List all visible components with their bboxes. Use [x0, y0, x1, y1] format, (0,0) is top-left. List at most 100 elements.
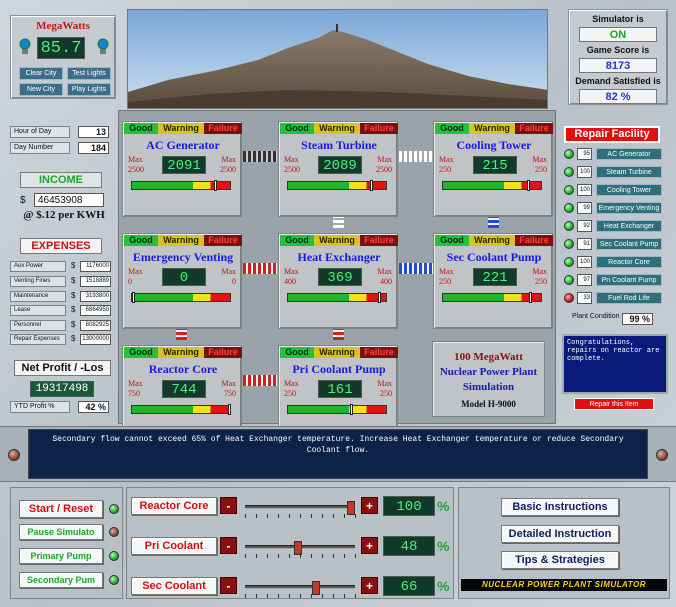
- slider-label-button[interactable]: Pri Coolant: [131, 537, 217, 555]
- repair-facility-title[interactable]: Repair Facility: [564, 126, 660, 143]
- clear-city-button[interactable]: Clear City: [19, 67, 63, 80]
- pipe-reactor-pricoolant: [243, 375, 277, 386]
- increase-button[interactable]: +: [361, 577, 378, 594]
- max-left: Max 250: [439, 267, 454, 286]
- level-pointer: [228, 404, 231, 415]
- income-label: INCOME: [20, 172, 102, 188]
- slider-track[interactable]: [245, 541, 356, 558]
- play-lights-button[interactable]: Play Lights: [67, 83, 111, 96]
- status-failure: Failure: [515, 235, 553, 246]
- start-reset-button[interactable]: Start / Reset: [19, 500, 103, 518]
- secondary-pump-indicator-icon: [109, 575, 119, 585]
- slider-tick: [333, 594, 334, 598]
- slider-tick: [289, 514, 290, 518]
- component-value: 221: [473, 268, 517, 286]
- decrease-button[interactable]: -: [220, 497, 237, 514]
- slider-thumb[interactable]: [347, 501, 355, 515]
- component-title: Heat Exchanger: [297, 250, 381, 264]
- status-indicator: Good Warning Failure: [280, 123, 398, 134]
- cooling-tower-component: Good Warning Failure Cooling Tower Max 25…: [433, 121, 553, 217]
- status-good: Good: [435, 123, 469, 134]
- basic-instructions-button[interactable]: Basic Instructions: [501, 498, 619, 516]
- component-title: Reactor Core: [148, 362, 218, 376]
- pipe-turbine-cooling: [399, 151, 433, 162]
- slider-tick: [344, 514, 345, 518]
- secondary-pump-button[interactable]: Secondary Pum: [19, 572, 103, 588]
- new-city-button[interactable]: New City: [19, 83, 63, 96]
- increase-button[interactable]: +: [361, 497, 378, 514]
- status-failure: Failure: [360, 347, 398, 358]
- slider-tick: [267, 594, 268, 598]
- percent-sign: %: [437, 538, 450, 554]
- message-right-indicator-icon: [656, 449, 668, 461]
- detailed-instructions-button[interactable]: Detailed Instruction: [501, 525, 619, 543]
- net-profit-label: Net Profit / -Los: [14, 360, 111, 376]
- repair-message: Congratulations, repairs on reactor are …: [562, 334, 668, 394]
- component-title: Cooling Tower: [456, 138, 532, 152]
- repair-item-button[interactable]: Heat Exchanger: [596, 220, 662, 232]
- emergency-venting-component: Good Warning Failure Emergency Venting M…: [122, 233, 242, 329]
- repair-this-item-button[interactable]: Repair this Item: [574, 398, 654, 410]
- status-good: Good: [280, 123, 314, 134]
- component-title: Sec Coolant Pump: [446, 250, 542, 264]
- component-level-bar: [287, 180, 387, 191]
- slider-tick: [333, 514, 334, 518]
- increase-button[interactable]: +: [361, 537, 378, 554]
- slider-tick: [322, 514, 323, 518]
- slider-tick: [267, 554, 268, 558]
- slider-tick: [355, 554, 356, 558]
- level-pointer: [378, 292, 381, 303]
- slider-value: 48: [383, 536, 435, 556]
- decrease-button[interactable]: -: [220, 577, 237, 594]
- repair-item-button[interactable]: Pri Coolant Pump: [596, 274, 662, 286]
- slider-track[interactable]: [245, 501, 356, 518]
- repair-item-button[interactable]: Fuel Rod Life: [596, 292, 662, 304]
- expense-currency: $: [71, 334, 76, 343]
- status-failure: Failure: [515, 123, 553, 134]
- repair-item-button[interactable]: Reactor Core: [596, 256, 662, 268]
- game-score-value: 8173: [579, 58, 657, 73]
- slider-thumb[interactable]: [293, 541, 302, 555]
- repair-status-led-icon: [564, 293, 574, 303]
- repair-item-value: 95: [577, 148, 592, 160]
- repair-item-button[interactable]: Cooling Tower: [596, 184, 662, 196]
- component-title: AC Generator: [146, 138, 220, 152]
- expense-value: 8082925: [80, 320, 111, 331]
- repair-item-button[interactable]: AC Generator: [596, 148, 662, 160]
- help-panel: Basic Instructions Detailed Instruction …: [458, 487, 670, 599]
- status-indicator: Good Warning Failure: [280, 347, 398, 358]
- decrease-button[interactable]: -: [220, 537, 237, 554]
- pipe-exchanger-seccoolant: [399, 263, 433, 274]
- test-lights-button[interactable]: Test Lights: [67, 67, 111, 80]
- repair-item-button[interactable]: Steam Turbine: [596, 166, 662, 178]
- max-right: Max 0: [221, 267, 236, 286]
- slider-label-button[interactable]: Reactor Core: [131, 497, 217, 515]
- primary-pump-button[interactable]: Primary Pump: [19, 548, 103, 564]
- slider-tick: [278, 554, 279, 558]
- max-right: Max 750: [221, 379, 236, 398]
- repair-item-button[interactable]: Emergency Venting: [596, 202, 662, 214]
- component-level-bar: [131, 180, 231, 191]
- mountain-photo: [127, 9, 548, 109]
- repair-item-button[interactable]: Sec Coolant Pump: [596, 238, 662, 250]
- repair-status-led-icon: [564, 167, 574, 177]
- component-level-bar: [131, 404, 231, 415]
- repair-item-value: 33: [577, 292, 592, 304]
- status-warning: Warning: [314, 347, 360, 358]
- repair-item-value: 100: [577, 184, 592, 196]
- slider-label-button[interactable]: Sec Coolant: [131, 577, 217, 595]
- expense-value: 6864950: [80, 305, 111, 316]
- pause-simulator-button[interactable]: Pause Simulato: [19, 524, 103, 540]
- expense-label: Repair Expenses: [10, 334, 66, 345]
- slider-tick: [355, 514, 356, 518]
- net-profit-value: 19317498: [30, 381, 94, 397]
- slider-track[interactable]: [245, 581, 356, 598]
- component-value: 161: [318, 380, 362, 398]
- income-rate: @ $.12 per KWH: [23, 209, 105, 221]
- day-number-value: 184: [78, 142, 109, 154]
- status-warning: Warning: [314, 123, 360, 134]
- expense-value: 13000000: [80, 334, 111, 345]
- tips-strategies-button[interactable]: Tips & Strategies: [501, 551, 619, 569]
- message-bar: Secondary flow cannot exceed 65% of Heat…: [0, 426, 676, 482]
- slider-thumb[interactable]: [312, 581, 321, 595]
